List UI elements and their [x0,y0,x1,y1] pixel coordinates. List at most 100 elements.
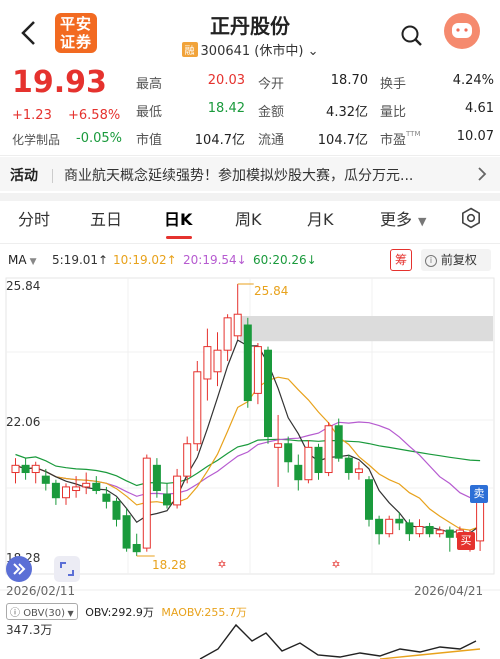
stat-value: 4.32亿 [326,105,368,120]
stat-label: 市盈TTM [380,130,421,148]
candle [243,324,252,402]
obv-value: OBV:292.9万 [85,606,154,619]
tab-more-label: 更多 [380,210,413,229]
stat-label: 金额 [258,105,285,120]
stock-name: 正丹股份 [210,14,290,38]
active-tab-indicator [166,236,192,239]
stat-value: 20.03 [207,73,245,88]
expand-icon [60,562,74,576]
divider [0,155,500,156]
adjust-mode-button[interactable]: i 前复权 [421,249,491,271]
gear-icon[interactable] [460,207,482,229]
stat-label: 流通 [258,133,285,148]
ma10-value: 10:19.02↑ [113,253,177,267]
search-icon[interactable] [400,24,424,48]
candle [122,515,131,549]
tab-more[interactable]: 更多 ▼ [380,206,426,230]
candle [31,464,40,474]
margin-badge: 融 [181,42,198,57]
ma-label: MA [8,253,27,267]
candle [415,525,424,535]
obv-label: OBV(30) [23,608,65,619]
price-change-pct: +6.58% [68,108,121,123]
candle [334,425,343,459]
activity-tag: 活动 [10,168,38,184]
adjust-mode-label: 前复权 [440,253,477,267]
stat-label-sup: TTM [406,130,421,138]
tab-five-day[interactable]: 五日 [90,206,122,230]
activity-banner[interactable]: 活动 商业航天概念延续强势！参加模拟炒股大赛，瓜分万元... [0,157,500,191]
candle [264,349,272,438]
caret-down-icon: ▼ [64,609,74,618]
sector-change-pct: -0.05% [76,131,122,146]
tab-daily-k[interactable]: 日K [164,206,192,230]
obv-selector[interactable]: ⓘ OBV(30) ▼ [6,603,78,620]
stat-label: 市值 [136,133,163,148]
last-price: 19.93 [12,65,107,100]
candle [314,446,323,474]
candle [112,500,121,520]
kline-chart[interactable]: ✡ ✡ [0,272,500,604]
stat-label: 今开 [258,77,285,92]
candle [435,529,444,535]
candle [11,464,20,474]
ma60-line [15,438,481,487]
price-change: +1.23 [12,108,52,123]
candle [163,493,171,506]
candle [41,475,50,484]
caret-down-icon: ▼ [418,215,427,228]
min-price-label: 18.28 [152,558,187,572]
divider [52,169,53,183]
candle [405,522,414,535]
candle [51,482,60,499]
candle [395,518,404,524]
candle [425,525,434,535]
obv-chart [199,623,481,659]
candle [142,457,151,549]
candle [476,496,485,542]
candle [203,346,212,380]
candle [213,349,222,373]
tab-intraday[interactable]: 分时 [18,206,50,230]
candle [445,529,454,538]
stat-label: 最低 [136,105,163,120]
stat-label: 最高 [136,77,163,92]
candle [294,464,303,481]
stat-value: 4.61 [465,101,494,116]
candle [233,313,242,337]
candle [284,443,293,463]
ma5-value: 5:19.01↑ [52,253,109,267]
y-axis-top-label: 25.84 [6,279,41,293]
candle [152,464,161,492]
chip-distribution-button[interactable]: 筹 [390,249,412,271]
assistant-avatar-icon[interactable] [444,13,480,49]
candle [193,371,202,445]
stat-value: 104.7亿 [317,133,368,148]
stat-value: 4.24% [452,73,494,88]
stat-label: 换手 [380,77,407,92]
candle [183,443,192,477]
candle [173,475,182,506]
candle [223,317,232,351]
tab-weekly-k[interactable]: 周K [235,206,262,230]
tab-monthly-k[interactable]: 月K [307,206,334,230]
date-end-label: 2026/04/21 [414,584,484,598]
stock-code-status[interactable]: 融 300641 (休市中) ⌄ [0,40,500,59]
fullscreen-button[interactable] [54,556,80,582]
stat-value: 104.7亿 [194,133,245,148]
chevron-down-icon: ⌄ [303,44,319,59]
double-chevron-right-icon [13,563,26,575]
activity-text: 商业航天概念延续强势！参加模拟炒股大赛，瓜分万元... [64,168,414,184]
sector-name[interactable]: 化学制品 [12,131,60,148]
candle [82,482,91,488]
sell-marker[interactable]: 卖 [470,485,488,503]
info-circle-icon: ⓘ [10,608,24,619]
candle [102,493,111,502]
stat-value: 18.70 [330,73,368,88]
replay-button[interactable] [6,556,32,582]
stat-value: 18.42 [207,101,245,116]
ma-selector[interactable]: MA ▼ [8,253,36,267]
candle [21,464,30,474]
candle [253,346,262,394]
buy-marker[interactable]: 买 [457,532,475,550]
